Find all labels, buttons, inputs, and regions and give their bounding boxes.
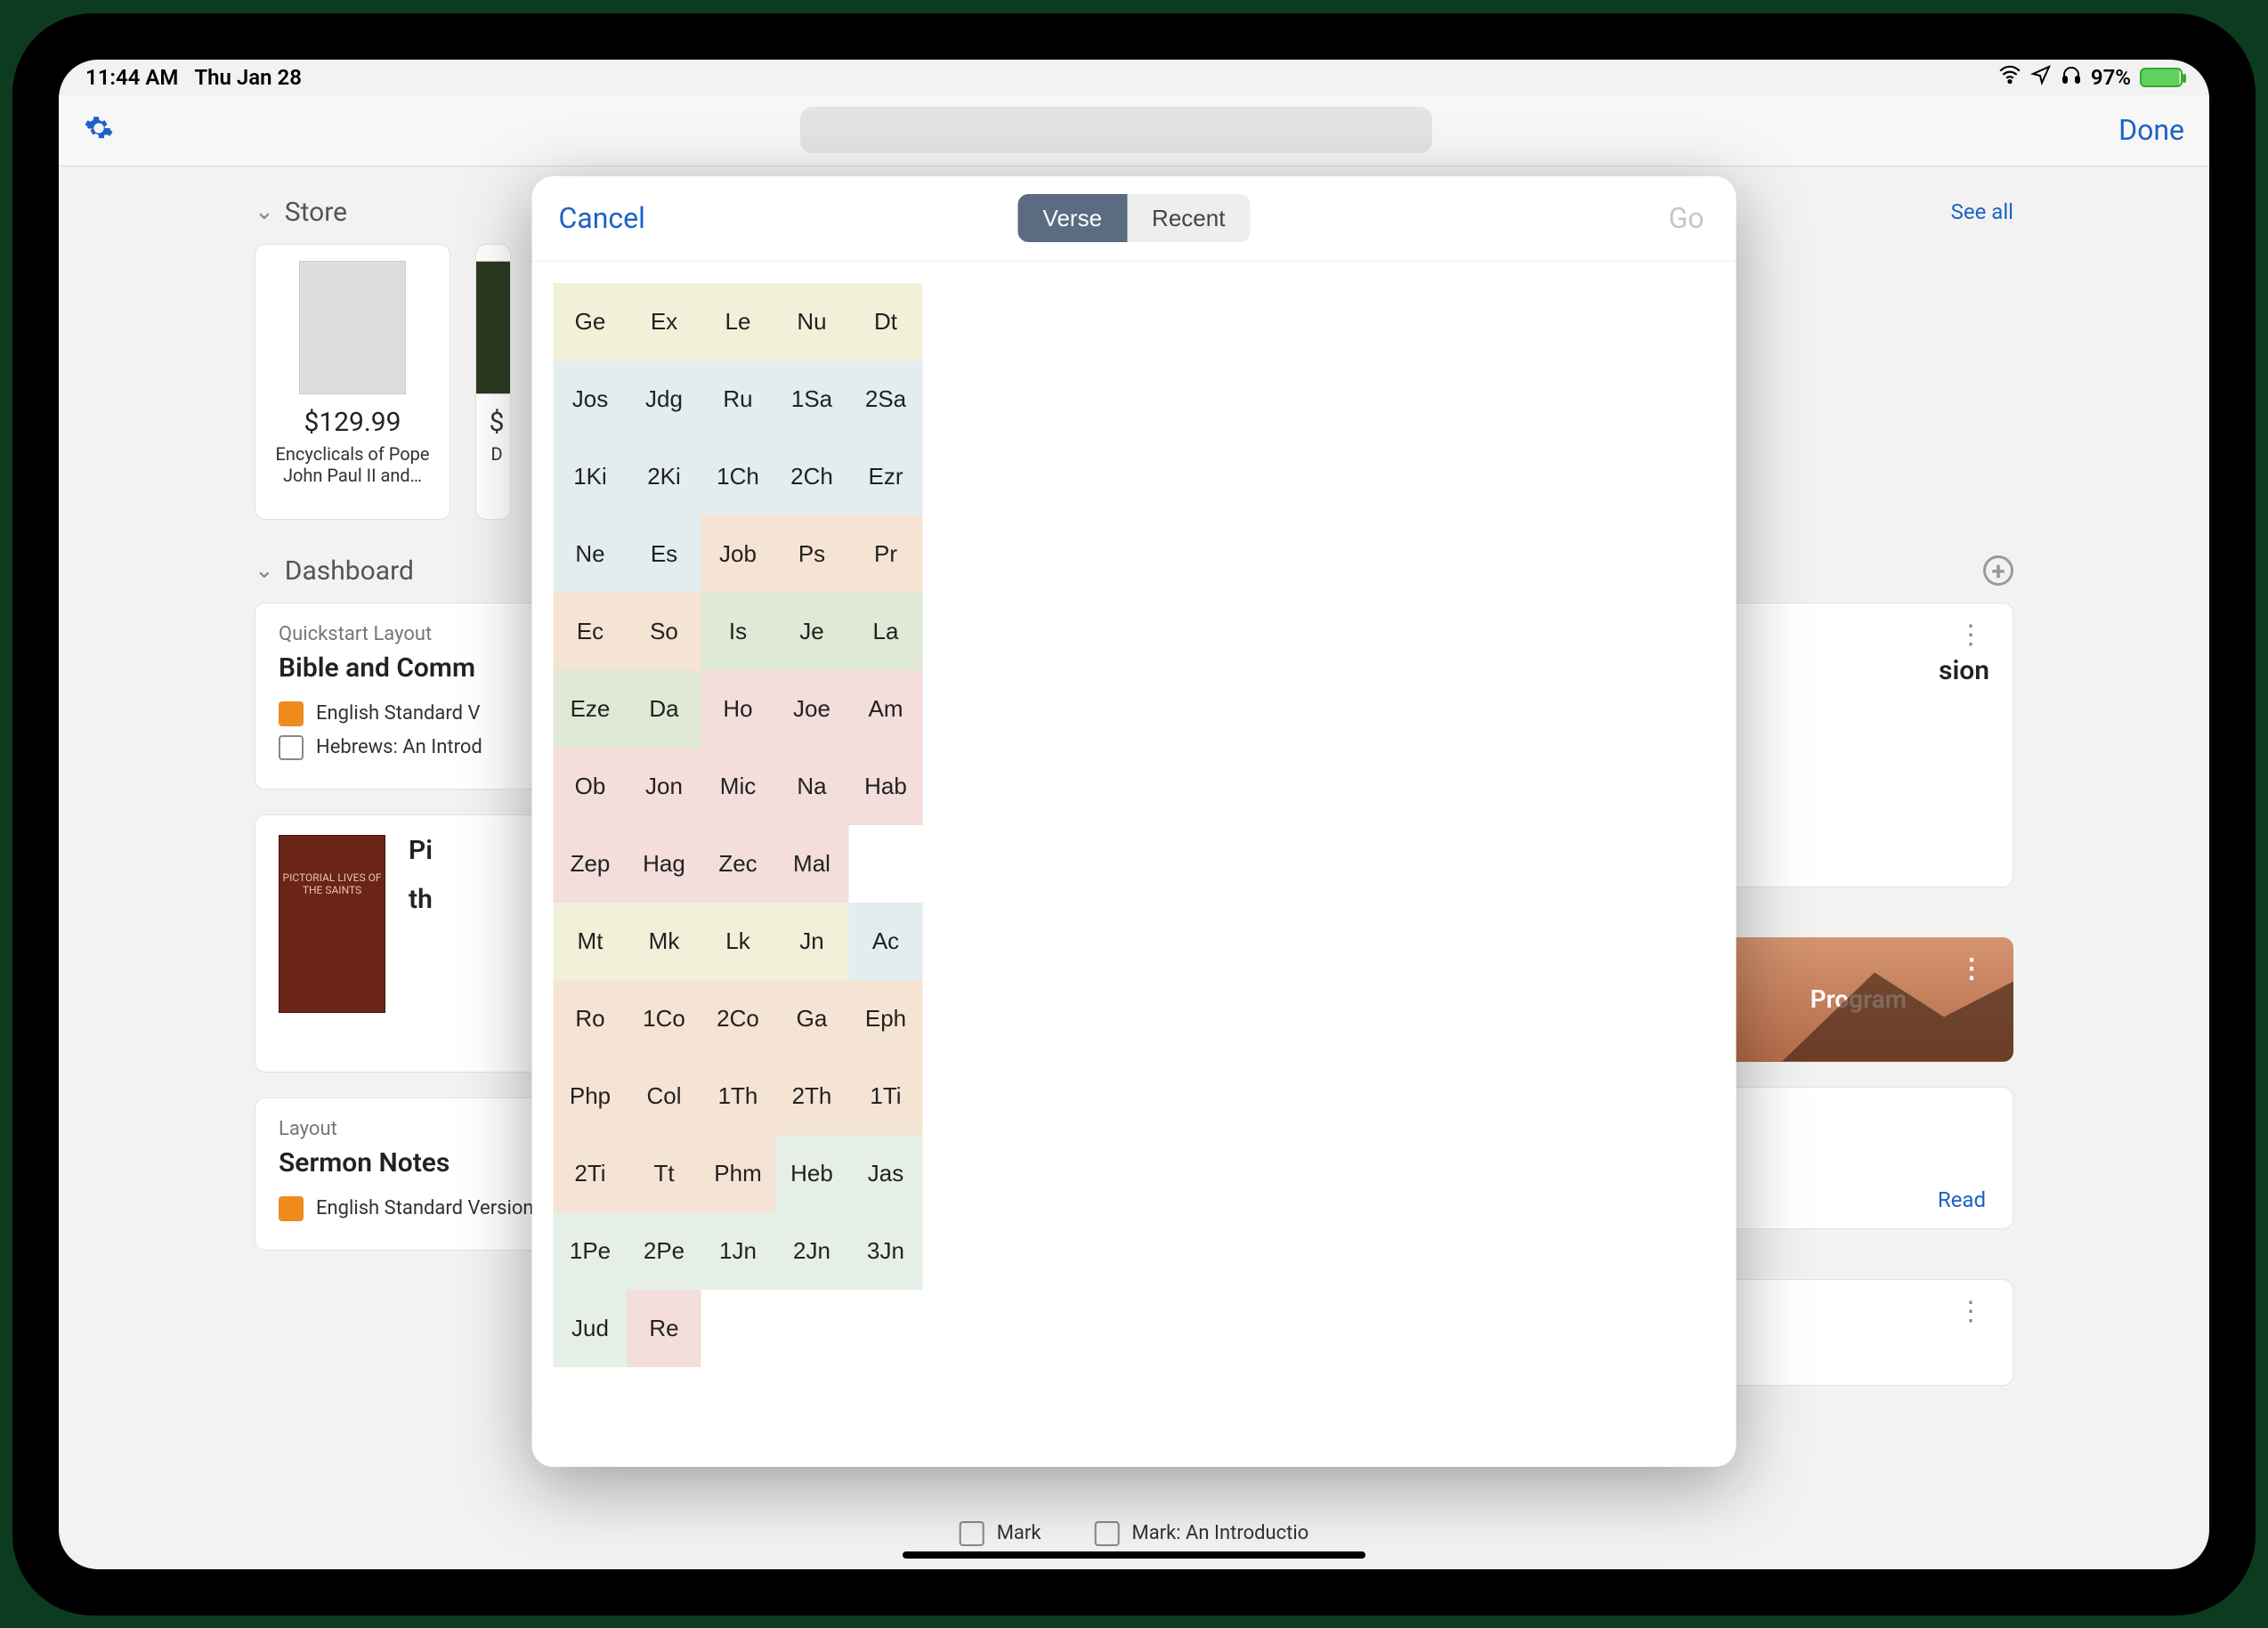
book-1ch[interactable]: 1Ch [701,438,775,515]
book-heb[interactable]: Heb [775,1135,849,1212]
segment-verse[interactable]: Verse [1018,194,1128,242]
book-eze[interactable]: Eze [554,670,628,748]
modal-backdrop: Cancel Verse Recent Go GeExLeNuDtJosJdgR… [59,60,2209,1569]
book-phm[interactable]: Phm [701,1135,775,1212]
book-eph[interactable]: Eph [849,980,923,1057]
book-ga[interactable]: Ga [775,980,849,1057]
book-re[interactable]: Re [628,1290,701,1367]
book-jdg[interactable]: Jdg [628,360,701,438]
book-1jn[interactable]: 1Jn [701,1212,775,1290]
book-ro[interactable]: Ro [554,980,628,1057]
book-1co[interactable]: 1Co [628,980,701,1057]
book-ezr[interactable]: Ezr [849,438,923,515]
book-ob[interactable]: Ob [554,748,628,825]
book-2jn[interactable]: 2Jn [775,1212,849,1290]
book-zec[interactable]: Zec [701,825,775,903]
book-col[interactable]: Col [628,1057,701,1135]
book-2sa[interactable]: 2Sa [849,360,923,438]
book-ex[interactable]: Ex [628,283,701,360]
book-lk[interactable]: Lk [701,903,775,980]
book-la[interactable]: La [849,593,923,670]
book-blank [701,1290,775,1367]
book-php[interactable]: Php [554,1057,628,1135]
book-so[interactable]: So [628,593,701,670]
book-le[interactable]: Le [701,283,775,360]
book-pr[interactable]: Pr [849,515,923,593]
book-blank [775,1290,849,1367]
segmented-control: Verse Recent [1018,194,1251,242]
segment-recent[interactable]: Recent [1127,194,1250,242]
book-is[interactable]: Is [701,593,775,670]
book-2pe[interactable]: 2Pe [628,1212,701,1290]
verse-picker-modal: Cancel Verse Recent Go GeExLeNuDtJosJdgR… [532,176,1737,1467]
book-ho[interactable]: Ho [701,670,775,748]
book-dt[interactable]: Dt [849,283,923,360]
book-2ti[interactable]: 2Ti [554,1135,628,1212]
book-2th[interactable]: 2Th [775,1057,849,1135]
book-ec[interactable]: Ec [554,593,628,670]
cancel-button[interactable]: Cancel [559,201,645,235]
book-hag[interactable]: Hag [628,825,701,903]
book-jas[interactable]: Jas [849,1135,923,1212]
book-hab[interactable]: Hab [849,748,923,825]
book-ac[interactable]: Ac [849,903,923,980]
ipad-frame: 11:44 AM Thu Jan 28 97% [12,13,2256,1616]
book-joe[interactable]: Joe [775,670,849,748]
book-tt[interactable]: Tt [628,1135,701,1212]
book-job[interactable]: Job [701,515,775,593]
book-es[interactable]: Es [628,515,701,593]
book-da[interactable]: Da [628,670,701,748]
bible-book-grid: GeExLeNuDt JosJdgRu1Sa2Sa 1Ki2Ki1Ch2ChEzr N… [532,262,1737,1389]
book-blank [849,825,923,903]
book-1sa[interactable]: 1Sa [775,360,849,438]
book-jud[interactable]: Jud [554,1290,628,1367]
book-mk[interactable]: Mk [628,903,701,980]
book-blank [849,1290,923,1367]
book-ge[interactable]: Ge [554,283,628,360]
book-nu[interactable]: Nu [775,283,849,360]
book-ps[interactable]: Ps [775,515,849,593]
book-2co[interactable]: 2Co [701,980,775,1057]
book-mal[interactable]: Mal [775,825,849,903]
book-mic[interactable]: Mic [701,748,775,825]
book-jon[interactable]: Jon [628,748,701,825]
book-mt[interactable]: Mt [554,903,628,980]
screen: 11:44 AM Thu Jan 28 97% [59,60,2209,1569]
book-je[interactable]: Je [775,593,849,670]
book-zep[interactable]: Zep [554,825,628,903]
book-1ki[interactable]: 1Ki [554,438,628,515]
book-ne[interactable]: Ne [554,515,628,593]
book-1ti[interactable]: 1Ti [849,1057,923,1135]
book-2ch[interactable]: 2Ch [775,438,849,515]
book-2ki[interactable]: 2Ki [628,438,701,515]
go-button[interactable]: Go [1668,201,1704,235]
modal-header: Cancel Verse Recent Go [532,176,1737,262]
book-3jn[interactable]: 3Jn [849,1212,923,1290]
book-ru[interactable]: Ru [701,360,775,438]
book-1pe[interactable]: 1Pe [554,1212,628,1290]
book-jos[interactable]: Jos [554,360,628,438]
book-1th[interactable]: 1Th [701,1057,775,1135]
book-am[interactable]: Am [849,670,923,748]
book-jn[interactable]: Jn [775,903,849,980]
book-na[interactable]: Na [775,748,849,825]
